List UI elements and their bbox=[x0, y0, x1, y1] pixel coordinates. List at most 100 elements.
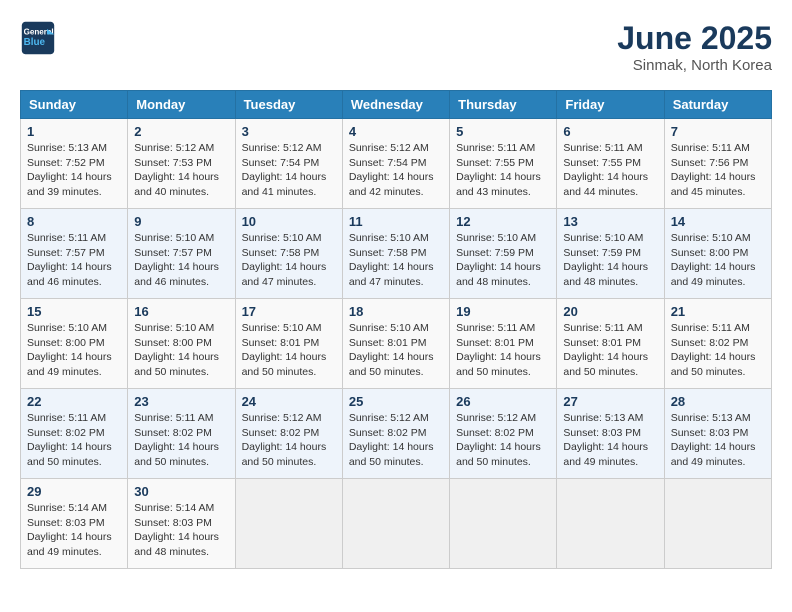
calendar-cell: 10 Sunrise: 5:10 AM Sunset: 7:58 PM Dayli… bbox=[235, 209, 342, 299]
day-info: Sunrise: 5:10 AM Sunset: 7:59 PM Dayligh… bbox=[456, 231, 550, 290]
day-info: Sunrise: 5:10 AM Sunset: 8:00 PM Dayligh… bbox=[134, 321, 228, 380]
day-number: 12 bbox=[456, 214, 550, 229]
day-info: Sunrise: 5:11 AM Sunset: 8:02 PM Dayligh… bbox=[671, 321, 765, 380]
day-number: 5 bbox=[456, 124, 550, 139]
day-info: Sunrise: 5:11 AM Sunset: 7:57 PM Dayligh… bbox=[27, 231, 121, 290]
day-number: 17 bbox=[242, 304, 336, 319]
calendar-cell: 22 Sunrise: 5:11 AM Sunset: 8:02 PM Dayli… bbox=[21, 389, 128, 479]
calendar-body: 1Sunrise: 5:13 AM Sunset: 7:52 PM Daylig… bbox=[21, 119, 772, 569]
day-number: 24 bbox=[242, 394, 336, 409]
logo: General Blue bbox=[20, 20, 56, 56]
day-number: 23 bbox=[134, 394, 228, 409]
day-info: Sunrise: 5:10 AM Sunset: 8:01 PM Dayligh… bbox=[242, 321, 336, 380]
day-info: Sunrise: 5:10 AM Sunset: 8:00 PM Dayligh… bbox=[27, 321, 121, 380]
calendar-cell: 19 Sunrise: 5:11 AM Sunset: 8:01 PM Dayli… bbox=[450, 299, 557, 389]
day-number: 16 bbox=[134, 304, 228, 319]
calendar-week-row: 22 Sunrise: 5:11 AM Sunset: 8:02 PM Dayli… bbox=[21, 389, 772, 479]
day-info: Sunrise: 5:14 AM Sunset: 8:03 PM Dayligh… bbox=[27, 501, 121, 560]
calendar-cell: 12 Sunrise: 5:10 AM Sunset: 7:59 PM Dayli… bbox=[450, 209, 557, 299]
calendar-cell: 11 Sunrise: 5:10 AM Sunset: 7:58 PM Dayli… bbox=[342, 209, 449, 299]
calendar-cell bbox=[557, 479, 664, 569]
calendar-table: SundayMondayTuesdayWednesdayThursdayFrid… bbox=[20, 90, 772, 569]
day-number: 20 bbox=[563, 304, 657, 319]
calendar-cell bbox=[235, 479, 342, 569]
weekday-thursday: Thursday bbox=[450, 91, 557, 119]
day-number: 25 bbox=[349, 394, 443, 409]
page-header: General Blue June 2025 Sinmak, North Kor… bbox=[20, 20, 772, 74]
calendar-cell: 29 Sunrise: 5:14 AM Sunset: 8:03 PM Dayli… bbox=[21, 479, 128, 569]
calendar-week-row: 1Sunrise: 5:13 AM Sunset: 7:52 PM Daylig… bbox=[21, 119, 772, 209]
calendar-cell: 8 Sunrise: 5:11 AM Sunset: 7:57 PM Daylig… bbox=[21, 209, 128, 299]
day-info: Sunrise: 5:13 AM Sunset: 8:03 PM Dayligh… bbox=[563, 411, 657, 470]
day-number: 27 bbox=[563, 394, 657, 409]
day-number: 4 bbox=[349, 124, 443, 139]
day-info: Sunrise: 5:11 AM Sunset: 8:01 PM Dayligh… bbox=[456, 321, 550, 380]
calendar-cell: 24Sunrise: 5:12 AM Sunset: 8:02 PM Dayli… bbox=[235, 389, 342, 479]
day-info: Sunrise: 5:12 AM Sunset: 7:54 PM Dayligh… bbox=[242, 141, 336, 200]
calendar-cell: 28Sunrise: 5:13 AM Sunset: 8:03 PM Dayli… bbox=[664, 389, 771, 479]
calendar-cell bbox=[450, 479, 557, 569]
calendar-cell: 9Sunrise: 5:10 AM Sunset: 7:57 PM Daylig… bbox=[128, 209, 235, 299]
day-info: Sunrise: 5:12 AM Sunset: 8:02 PM Dayligh… bbox=[456, 411, 550, 470]
day-info: Sunrise: 5:10 AM Sunset: 8:01 PM Dayligh… bbox=[349, 321, 443, 380]
day-number: 15 bbox=[27, 304, 121, 319]
day-info: Sunrise: 5:10 AM Sunset: 7:57 PM Dayligh… bbox=[134, 231, 228, 290]
calendar-cell: 5 Sunrise: 5:11 AM Sunset: 7:55 PM Daylig… bbox=[450, 119, 557, 209]
calendar-cell: 16 Sunrise: 5:10 AM Sunset: 8:00 PM Dayli… bbox=[128, 299, 235, 389]
calendar-cell: 4 Sunrise: 5:12 AM Sunset: 7:54 PM Daylig… bbox=[342, 119, 449, 209]
day-number: 11 bbox=[349, 214, 443, 229]
day-info: Sunrise: 5:12 AM Sunset: 7:53 PM Dayligh… bbox=[134, 141, 228, 200]
calendar-cell: 27 Sunrise: 5:13 AM Sunset: 8:03 PM Dayli… bbox=[557, 389, 664, 479]
calendar-cell: 17 Sunrise: 5:10 AM Sunset: 8:01 PM Dayli… bbox=[235, 299, 342, 389]
calendar-cell: 14 Sunrise: 5:10 AM Sunset: 8:00 PM Dayli… bbox=[664, 209, 771, 299]
calendar-week-row: 29 Sunrise: 5:14 AM Sunset: 8:03 PM Dayli… bbox=[21, 479, 772, 569]
calendar-cell: 15 Sunrise: 5:10 AM Sunset: 8:00 PM Dayli… bbox=[21, 299, 128, 389]
calendar-cell: 20 Sunrise: 5:11 AM Sunset: 8:01 PM Dayli… bbox=[557, 299, 664, 389]
day-info: Sunrise: 5:10 AM Sunset: 7:59 PM Dayligh… bbox=[563, 231, 657, 290]
day-number: 26 bbox=[456, 394, 550, 409]
calendar-week-row: 8 Sunrise: 5:11 AM Sunset: 7:57 PM Daylig… bbox=[21, 209, 772, 299]
day-number: 22 bbox=[27, 394, 121, 409]
day-info: Sunrise: 5:11 AM Sunset: 7:56 PM Dayligh… bbox=[671, 141, 765, 200]
weekday-monday: Monday bbox=[128, 91, 235, 119]
day-info: Sunrise: 5:11 AM Sunset: 8:02 PM Dayligh… bbox=[27, 411, 121, 470]
day-info: Sunrise: 5:11 AM Sunset: 7:55 PM Dayligh… bbox=[563, 141, 657, 200]
title-block: June 2025 Sinmak, North Korea bbox=[617, 20, 772, 74]
day-number: 8 bbox=[27, 214, 121, 229]
calendar-week-row: 15 Sunrise: 5:10 AM Sunset: 8:00 PM Dayli… bbox=[21, 299, 772, 389]
day-number: 10 bbox=[242, 214, 336, 229]
weekday-friday: Friday bbox=[557, 91, 664, 119]
day-number: 30 bbox=[134, 484, 228, 499]
logo-icon: General Blue bbox=[20, 20, 56, 56]
calendar-cell: 3 Sunrise: 5:12 AM Sunset: 7:54 PM Daylig… bbox=[235, 119, 342, 209]
weekday-saturday: Saturday bbox=[664, 91, 771, 119]
day-number: 29 bbox=[27, 484, 121, 499]
day-info: Sunrise: 5:11 AM Sunset: 8:01 PM Dayligh… bbox=[563, 321, 657, 380]
calendar-cell: 30Sunrise: 5:14 AM Sunset: 8:03 PM Dayli… bbox=[128, 479, 235, 569]
calendar-cell bbox=[342, 479, 449, 569]
calendar-cell: 23Sunrise: 5:11 AM Sunset: 8:02 PM Dayli… bbox=[128, 389, 235, 479]
calendar-cell bbox=[664, 479, 771, 569]
day-info: Sunrise: 5:12 AM Sunset: 7:54 PM Dayligh… bbox=[349, 141, 443, 200]
day-number: 7 bbox=[671, 124, 765, 139]
weekday-header-row: SundayMondayTuesdayWednesdayThursdayFrid… bbox=[21, 91, 772, 119]
day-number: 14 bbox=[671, 214, 765, 229]
calendar-cell: 2Sunrise: 5:12 AM Sunset: 7:53 PM Daylig… bbox=[128, 119, 235, 209]
weekday-sunday: Sunday bbox=[21, 91, 128, 119]
day-info: Sunrise: 5:10 AM Sunset: 8:00 PM Dayligh… bbox=[671, 231, 765, 290]
calendar-cell: 26 Sunrise: 5:12 AM Sunset: 8:02 PM Dayli… bbox=[450, 389, 557, 479]
day-info: Sunrise: 5:12 AM Sunset: 8:02 PM Dayligh… bbox=[349, 411, 443, 470]
day-number: 6 bbox=[563, 124, 657, 139]
calendar-cell: 13Sunrise: 5:10 AM Sunset: 7:59 PM Dayli… bbox=[557, 209, 664, 299]
day-number: 3 bbox=[242, 124, 336, 139]
calendar-cell: 1Sunrise: 5:13 AM Sunset: 7:52 PM Daylig… bbox=[21, 119, 128, 209]
day-info: Sunrise: 5:10 AM Sunset: 7:58 PM Dayligh… bbox=[349, 231, 443, 290]
day-number: 19 bbox=[456, 304, 550, 319]
weekday-tuesday: Tuesday bbox=[235, 91, 342, 119]
day-number: 28 bbox=[671, 394, 765, 409]
calendar-subtitle: Sinmak, North Korea bbox=[617, 57, 772, 74]
calendar-cell: 18Sunrise: 5:10 AM Sunset: 8:01 PM Dayli… bbox=[342, 299, 449, 389]
day-info: Sunrise: 5:11 AM Sunset: 7:55 PM Dayligh… bbox=[456, 141, 550, 200]
day-info: Sunrise: 5:10 AM Sunset: 7:58 PM Dayligh… bbox=[242, 231, 336, 290]
calendar-cell: 6 Sunrise: 5:11 AM Sunset: 7:55 PM Daylig… bbox=[557, 119, 664, 209]
